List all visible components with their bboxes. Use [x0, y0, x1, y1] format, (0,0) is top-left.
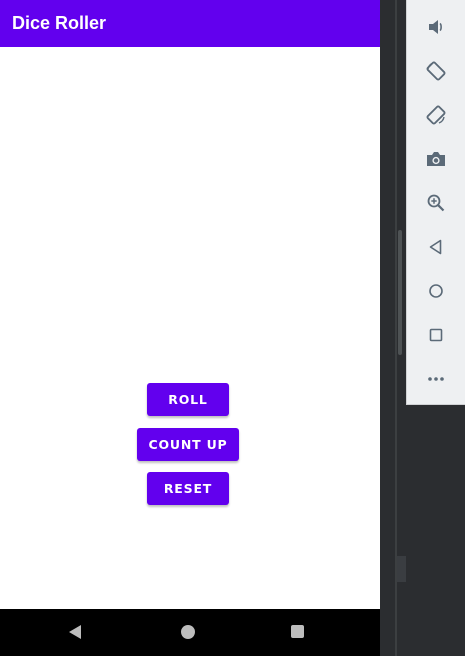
device-screen: Dice Roller ROLL COUNT UP RESET — [0, 0, 380, 656]
overview-icon[interactable] — [421, 320, 451, 350]
camera-icon[interactable] — [421, 144, 451, 174]
app-title: Dice Roller — [12, 13, 107, 33]
app-bar: Dice Roller — [0, 0, 380, 47]
nav-home-icon[interactable] — [181, 625, 195, 639]
rotate-left-icon[interactable] — [421, 56, 451, 86]
back-icon[interactable] — [421, 232, 451, 262]
roll-button[interactable]: ROLL — [147, 383, 229, 416]
count-up-button[interactable]: COUNT UP — [137, 428, 239, 461]
system-nav-bar — [0, 609, 380, 656]
gutter-scrollbar[interactable] — [398, 230, 402, 355]
volume-icon[interactable] — [421, 12, 451, 42]
nav-back-icon[interactable] — [69, 625, 81, 639]
rotate-right-icon[interactable] — [421, 100, 451, 130]
nav-recents-icon[interactable] — [291, 625, 304, 638]
zoom-icon[interactable] — [421, 188, 451, 218]
home-icon[interactable] — [421, 276, 451, 306]
reset-button[interactable]: RESET — [147, 472, 229, 505]
more-icon[interactable] — [421, 364, 451, 394]
emulator-toolbar — [406, 0, 465, 405]
emulator-lower-panel — [406, 405, 465, 656]
